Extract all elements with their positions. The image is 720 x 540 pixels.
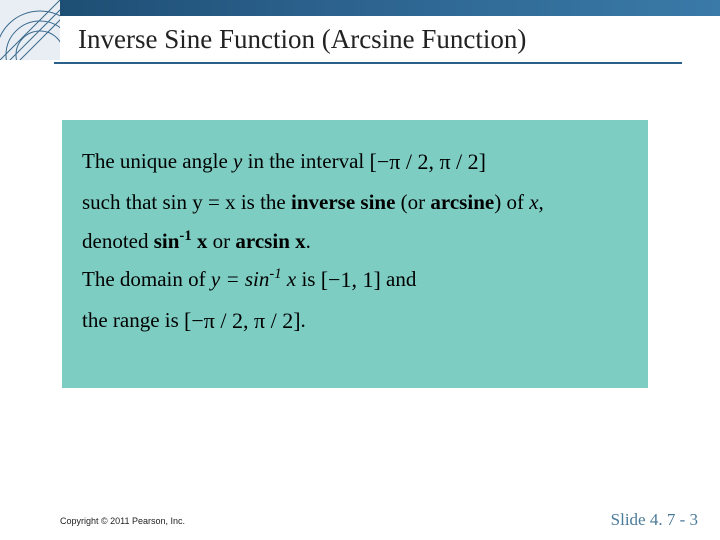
interval-range: [−π / 2, π / 2]: [370, 149, 487, 174]
text: in the interval: [242, 149, 369, 173]
definition-line-2: such that sin y = x is the inverse sine …: [82, 183, 628, 222]
text: the range is: [82, 308, 184, 332]
notation-arcsin: arcsin x: [235, 229, 305, 253]
equation-sup: -1: [269, 266, 281, 282]
copyright-text: Copyright © 2011 Pearson, Inc.: [60, 516, 185, 526]
text: (or: [395, 190, 430, 214]
notation-x: x: [192, 229, 208, 253]
var-y: y: [233, 149, 242, 173]
text: ) of: [494, 190, 529, 214]
text: The domain of: [82, 267, 211, 291]
corner-logo: [0, 0, 60, 60]
interval-domain: [−1, 1]: [321, 267, 381, 292]
equation: sin y = x: [162, 190, 235, 214]
text: .: [306, 229, 311, 253]
text: .: [301, 308, 306, 332]
notation-sup: -1: [179, 228, 191, 244]
text: such that: [82, 190, 162, 214]
text: ,: [539, 190, 544, 214]
var-x: x: [529, 190, 538, 214]
definition-line-5: the range is [−π / 2, π / 2].: [82, 301, 628, 342]
text: is: [296, 267, 321, 291]
interval-range-2: [−π / 2, π / 2]: [184, 308, 301, 333]
title-underline: [54, 62, 682, 64]
definition-line-1: The unique angle y in the interval [−π /…: [82, 142, 628, 183]
slide-number: Slide 4. 7 - 3: [611, 510, 698, 530]
text: denoted: [82, 229, 154, 253]
text: or: [207, 229, 235, 253]
header-bar: [0, 0, 720, 16]
definition-line-3: denoted sin-1 x or arcsin x.: [82, 222, 628, 261]
equation-part: x: [282, 267, 297, 291]
term-arcsine: arcsine: [430, 190, 494, 214]
term-inverse-sine: inverse sine: [291, 190, 395, 214]
equation-part: y = sin: [211, 267, 270, 291]
definition-line-4: The domain of y = sin-1 x is [−1, 1] and: [82, 260, 628, 301]
definition-box: The unique angle y in the interval [−π /…: [62, 120, 648, 388]
text: and: [381, 267, 417, 291]
text: The unique angle: [82, 149, 233, 173]
text: is the: [236, 190, 291, 214]
slide-title: Inverse Sine Function (Arcsine Function): [78, 24, 526, 55]
notation-sin: sin: [154, 229, 180, 253]
